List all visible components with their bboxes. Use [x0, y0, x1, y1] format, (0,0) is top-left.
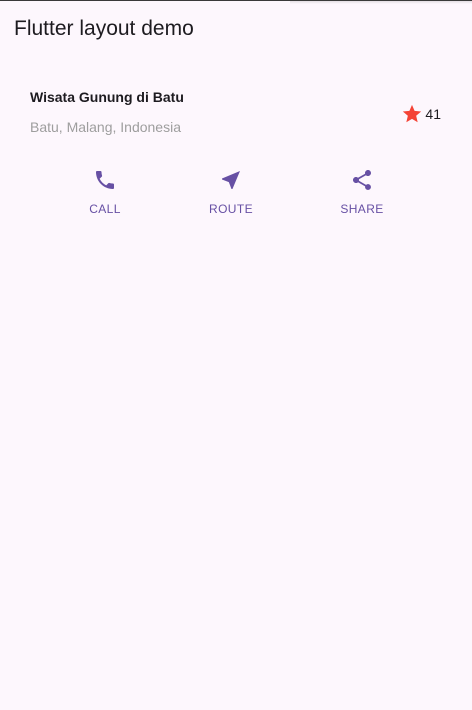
phone-icon [93, 168, 117, 192]
place-location: Batu, Malang, Indonesia [30, 119, 181, 135]
call-label: CALL [89, 202, 121, 216]
rating-count: 41 [425, 106, 441, 122]
share-label: SHARE [340, 202, 384, 216]
share-button[interactable]: SHARE [322, 168, 402, 216]
app-bar: Flutter layout demo [0, 0, 472, 56]
navigation-icon [219, 168, 243, 192]
route-button[interactable]: ROUTE [191, 168, 271, 216]
place-name: Wisata Gunung di Batu [30, 89, 184, 105]
route-label: ROUTE [209, 202, 253, 216]
button-row: CALL ROUTE SHARE [0, 168, 472, 220]
share-icon [350, 168, 374, 192]
star-icon[interactable] [401, 103, 423, 125]
call-button[interactable]: CALL [65, 168, 145, 216]
page-title: Flutter layout demo [14, 17, 194, 40]
title-section: Wisata Gunung di Batu Batu, Malang, Indo… [30, 86, 442, 140]
rating[interactable]: 41 [401, 103, 441, 125]
